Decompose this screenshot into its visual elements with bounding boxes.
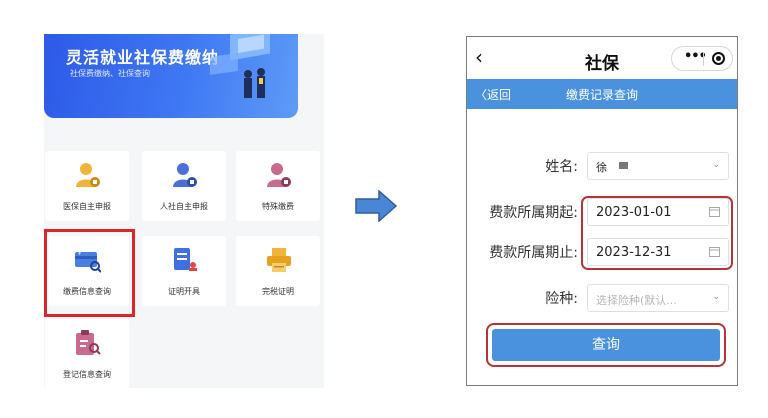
name-label: 姓名: xyxy=(545,159,578,175)
end-date-label: 费款所属期止: xyxy=(489,245,578,261)
start-date-label: 费款所属期起: xyxy=(489,205,578,221)
phone-screen: ‹ 社保 ••• 〈返回 缴费记录查询 姓名: 徐 ⌄ 费款所属期起: 2023… xyxy=(466,36,738,386)
person-badge-icon xyxy=(267,163,291,187)
redaction-mask xyxy=(619,162,628,169)
tile-registration-info-query[interactable]: 登记信息查询 xyxy=(45,319,129,388)
highlight-box-payment-query xyxy=(44,229,135,317)
tile-label: 证明开具 xyxy=(168,287,200,296)
tile-tax-certificate[interactable]: 完税证明 xyxy=(236,236,320,306)
tile-label: 人社自主申报 xyxy=(160,202,208,211)
clipboard-search-icon xyxy=(76,330,101,355)
highlight-box-date-range xyxy=(581,196,733,270)
name-value: 徐 xyxy=(596,161,607,174)
tile-certificate-issue[interactable]: 证明开具 xyxy=(142,236,226,306)
close-circle-icon[interactable] xyxy=(712,52,725,65)
business-people-illustration xyxy=(210,34,270,98)
printer-icon xyxy=(267,248,291,272)
tile-label: 登记信息查询 xyxy=(63,370,111,379)
document-stamp-icon xyxy=(174,248,197,271)
chevron-down-icon: ⌄ xyxy=(712,292,720,302)
highlight-box-query-button xyxy=(486,323,726,367)
banner: 灵活就业社保费缴纳 社保费缴纳、社保查询 xyxy=(44,34,298,118)
insurance-type-placeholder: 选择险种(默认... xyxy=(596,294,677,307)
name-select[interactable]: 徐 ⌄ xyxy=(587,152,729,180)
person-badge-icon xyxy=(173,163,197,187)
mini-program-topbar: ‹ 社保 ••• xyxy=(467,37,737,79)
tile-medical-insurance-declaration[interactable]: 医保自主申报 xyxy=(45,151,129,221)
right-arrow-icon xyxy=(355,190,397,222)
banner-subtitle: 社保费缴纳、社保查询 xyxy=(70,69,150,78)
tile-label: 完税证明 xyxy=(262,287,294,296)
chevron-down-icon: ⌄ xyxy=(712,160,720,170)
mini-program-capsule[interactable]: ••• xyxy=(671,46,733,71)
insurance-type-label: 险种: xyxy=(545,291,578,307)
capsule-divider xyxy=(703,52,704,66)
tile-special-payment[interactable]: 特殊缴费 xyxy=(236,151,320,221)
left-app-screen: 灵活就业社保费缴纳 社保费缴纳、社保查询 医保自主申报 人社自主申报 特殊缴费 … xyxy=(44,34,324,388)
person-badge-icon xyxy=(76,163,100,187)
tile-social-security-declaration[interactable]: 人社自主申报 xyxy=(142,151,226,221)
insurance-type-select[interactable]: 选择险种(默认... ⌄ xyxy=(587,284,729,312)
tile-label: 医保自主申报 xyxy=(63,202,111,211)
tile-label: 特殊缴费 xyxy=(262,202,294,211)
nav-bar: 〈返回 缴费记录查询 xyxy=(467,79,737,109)
nav-title: 缴费记录查询 xyxy=(565,88,638,102)
